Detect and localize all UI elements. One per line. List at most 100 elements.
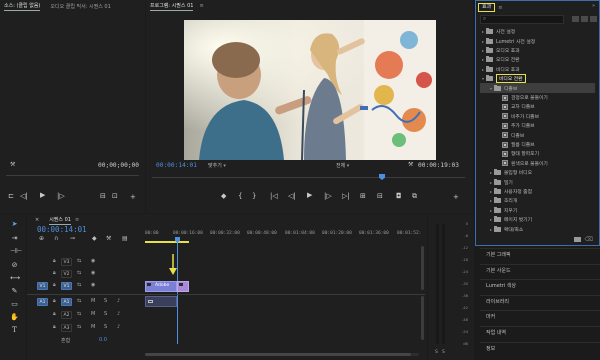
sync-lock-icon[interactable]: ⇆ — [77, 270, 81, 276]
vertical-scrollbar[interactable] — [421, 246, 424, 290]
effects-folder[interactable]: ▸ 오디오 전환 — [480, 55, 595, 65]
eye-icon[interactable]: ◉ — [91, 282, 95, 288]
track-select-tool-icon[interactable]: ⇥ — [10, 234, 19, 243]
solo-button[interactable]: S — [104, 311, 107, 317]
marker-icon[interactable]: ◆ — [92, 236, 97, 242]
source-v1-patch[interactable]: V1 — [37, 282, 48, 290]
yuv-icon[interactable] — [590, 16, 597, 22]
marker-icon[interactable]: ⊏ — [8, 193, 14, 200]
snap-icon[interactable]: ∩ — [54, 236, 58, 242]
marker-icon[interactable]: ◆ — [221, 193, 226, 200]
effects-folder[interactable]: ▸ Lumetri 사전 설정 — [480, 36, 595, 46]
play-icon[interactable]: ▶ — [307, 192, 312, 199]
video-clip[interactable]: Adobe — [145, 281, 177, 292]
effects-folder[interactable]: ▸ 비디오 효과 — [480, 65, 595, 75]
effects-folder[interactable]: ▸ 몰입형 비디오 — [480, 168, 595, 178]
meter-solo-left[interactable]: S — [435, 350, 438, 355]
close-icon[interactable]: × — [35, 217, 39, 223]
lock-icon[interactable]: 🔒︎ — [53, 282, 56, 288]
insert-icon[interactable]: ⊟ — [100, 193, 106, 200]
video-clip-transition[interactable] — [177, 281, 189, 292]
effects-folder[interactable]: ▸ 지우기 — [480, 206, 595, 216]
side-panel-item[interactable]: 마커 — [480, 310, 600, 322]
lock-icon[interactable]: 🔒︎ — [53, 258, 56, 264]
go-to-out-icon[interactable]: ▷| — [342, 193, 350, 200]
ripple-edit-tool-icon[interactable]: ⊣⊢ — [10, 247, 22, 256]
audio-vertical-scrollbar[interactable] — [421, 296, 424, 340]
tab-program[interactable]: 프로그램: 시퀀스 01 — [150, 2, 193, 11]
solo-button[interactable]: S — [104, 324, 107, 330]
tab-audio-clip-mixer[interactable]: 오디오 클립 믹서: 시퀀스 01 — [50, 3, 110, 10]
sync-lock-icon[interactable]: ⇆ — [77, 324, 81, 330]
razor-tool-icon[interactable]: ⊘ — [10, 261, 19, 270]
lock-icon[interactable]: 🔒︎ — [53, 270, 56, 276]
wrench-icon[interactable]: ⚒ — [106, 236, 111, 242]
tab-sequence[interactable]: 시퀀스 01 — [49, 216, 71, 225]
effects-item[interactable]: 필름 디졸브 — [480, 140, 595, 150]
panel-menu-icon[interactable]: ≡ — [498, 5, 502, 11]
linked-select-icon[interactable]: ⊸ — [70, 236, 75, 242]
go-to-in-icon[interactable]: |◁ — [270, 193, 278, 200]
effects-folder[interactable]: ▸ 페이지 벗기기 — [480, 215, 595, 225]
source-a1-patch[interactable]: A1 — [37, 298, 48, 306]
track-a1-label[interactable]: A1 — [61, 298, 72, 306]
solo-button[interactable]: S — [104, 298, 107, 304]
add-button-icon[interactable]: + — [130, 194, 136, 201]
effects-item[interactable]: 디졸브 — [480, 130, 595, 140]
lock-icon[interactable]: 🔒︎ — [53, 298, 56, 304]
microphone-icon[interactable]: ♪ — [117, 298, 120, 304]
wrench-icon[interactable]: ⚒ — [408, 162, 413, 168]
overwrite-icon[interactable]: ⊡ — [112, 193, 118, 200]
eye-icon[interactable]: ◉ — [91, 270, 95, 276]
av-divider[interactable] — [27, 294, 425, 295]
effects-folder[interactable]: ▸ 오디오 효과 — [480, 46, 595, 56]
side-panel-item[interactable]: 정보 — [480, 341, 600, 354]
effects-folder[interactable]: ▸ 확대/축소 — [480, 224, 595, 234]
side-panel-item[interactable]: 작업 내역 — [480, 326, 600, 338]
side-panel-item[interactable]: Lumetri 색상 — [480, 279, 600, 291]
effects-item[interactable]: 검정으로 물들이기 — [480, 93, 595, 103]
tab-effects[interactable]: 효과 — [478, 3, 496, 12]
side-panel-item[interactable]: 라이브러리 — [480, 294, 600, 307]
effects-folder[interactable]: ▾ 비디오 전환 — [480, 74, 595, 84]
side-panel-item[interactable]: 기본 그래픽 — [480, 248, 600, 260]
panel-menu-icon[interactable]: ≡ — [75, 217, 79, 223]
play-icon[interactable]: ▶ — [40, 192, 45, 199]
audio-clip[interactable] — [145, 296, 177, 307]
program-timecode[interactable]: 00:00:14:01 — [156, 162, 197, 169]
mute-button[interactable]: M — [91, 324, 95, 330]
sync-lock-icon[interactable]: ⇆ — [77, 311, 81, 317]
effects-folder[interactable]: ▸ 사전 설정 — [480, 27, 595, 37]
meter-solo-right[interactable]: S — [442, 350, 445, 355]
new-folder-icon[interactable] — [574, 237, 581, 242]
panel-menu-icon[interactable]: ≡ — [199, 3, 203, 9]
eye-icon[interactable]: ◉ — [91, 258, 95, 264]
step-back-icon[interactable]: ◁| — [288, 193, 296, 200]
mark-in-icon[interactable]: { — [238, 193, 242, 200]
effects-folder[interactable]: ▸ 사용자정 줌점 — [480, 187, 595, 197]
nest-icon[interactable]: ⊕ — [39, 236, 44, 242]
lock-icon[interactable]: 🔒︎ — [53, 311, 56, 317]
source-timecode[interactable]: 00;00;00;00 — [98, 162, 139, 169]
track-a2-label[interactable]: A2 — [61, 311, 72, 319]
timeline-ruler[interactable]: 00:00 00:00:16:00 00:00:32:00 00:00:48:0… — [145, 231, 425, 241]
horizontal-scrollbar[interactable] — [145, 353, 419, 356]
effects-folder[interactable]: ▸ 조리개 — [480, 196, 595, 206]
step-forward-icon[interactable]: |▷ — [57, 193, 65, 200]
tab-source[interactable]: 소스: (클립 없음) — [4, 2, 40, 11]
accelerated-icon[interactable] — [572, 16, 579, 22]
effects-item[interactable]: 형태 할파포기 — [480, 149, 595, 159]
effects-search-field[interactable]: ⌕ — [480, 15, 564, 24]
program-playhead[interactable] — [379, 174, 385, 180]
effects-folder[interactable]: ▾ 디졸브 — [480, 83, 595, 93]
track-a3-label[interactable]: A3 — [61, 324, 72, 332]
mark-out-icon[interactable]: } — [252, 193, 256, 200]
wrench-icon[interactable]: ⚒ — [10, 162, 15, 168]
scrollbar-thumb[interactable] — [145, 353, 411, 356]
mute-button[interactable]: M — [91, 311, 95, 317]
double-arrow-icon[interactable]: » — [592, 3, 595, 9]
track-v1-label[interactable]: V1 — [61, 282, 72, 290]
pen-tool-icon[interactable]: ✎ — [10, 287, 19, 296]
effects-item[interactable]: 흰색으로 물들이기 — [480, 159, 595, 169]
captions-icon[interactable]: ▤ — [122, 236, 128, 242]
